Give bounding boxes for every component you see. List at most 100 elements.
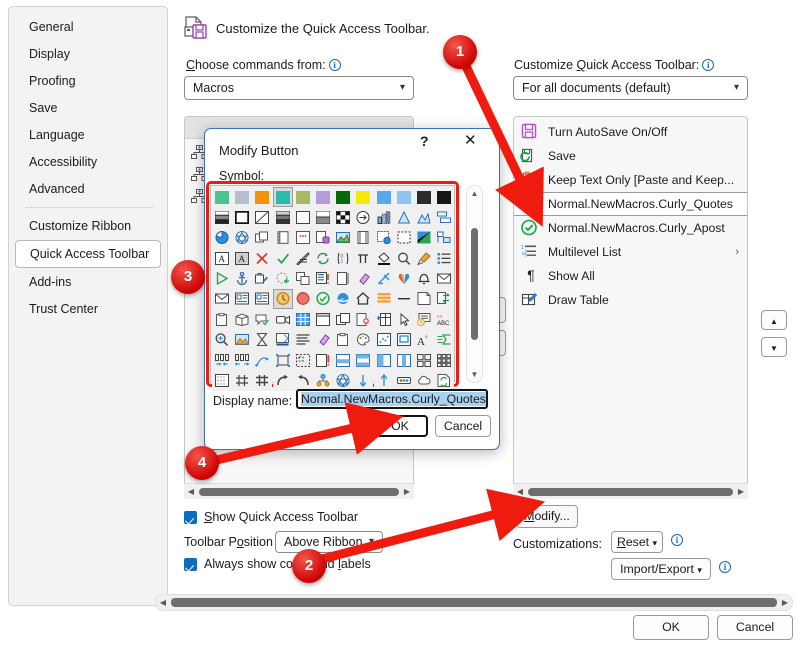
sidebar-item-save[interactable]: Save: [15, 95, 161, 121]
symbol-cell[interactable]: [413, 207, 434, 228]
info-icon[interactable]: i: [702, 59, 715, 71]
symbol-cell[interactable]: [292, 248, 313, 269]
symbol-cell[interactable]: [413, 227, 434, 248]
modify-button[interactable]: Modify...: [516, 505, 578, 528]
symbol-cell[interactable]: [252, 227, 273, 248]
symbol-cell[interactable]: [393, 207, 414, 228]
symbol-cell[interactable]: [353, 309, 374, 330]
cancel-button[interactable]: Cancel: [717, 615, 793, 640]
sidebar-item-add-ins[interactable]: Add-ins: [15, 269, 161, 295]
symbol-cell[interactable]: [292, 207, 313, 228]
symbol-grid-vscrollbar[interactable]: ▲ ▼: [466, 185, 483, 383]
toolbar-position-dropdown[interactable]: Above Ribbon ▾: [275, 531, 383, 553]
symbol-cell[interactable]: [252, 350, 273, 371]
symbol-cell[interactable]: [212, 288, 232, 309]
list-item[interactable]: 1a Multilevel List ›: [514, 240, 747, 264]
symbol-cell[interactable]: [333, 227, 354, 248]
hscroll-thumb[interactable]: [528, 487, 733, 496]
reset-button[interactable]: Reset ▾: [611, 531, 663, 553]
qat-commands-listbox[interactable]: Turn AutoSave On/Off Save A Keep Text On…: [513, 116, 748, 486]
close-icon[interactable]: ✕: [464, 131, 477, 149]
move-up-button[interactable]: ▲: [761, 310, 787, 330]
symbol-cell[interactable]: «» ABC: [434, 309, 455, 330]
symbol-cell[interactable]: [212, 227, 232, 248]
symbol-cell[interactable]: [413, 248, 434, 269]
symbol-cell[interactable]: [353, 370, 374, 391]
symbol-cell[interactable]: [252, 248, 273, 269]
sidebar-item-language[interactable]: Language: [15, 122, 161, 148]
symbol-grid[interactable]: A A 0 1 e «» ABC Aa: [210, 185, 455, 391]
display-name-input[interactable]: Normal.NewMacros.Curly_Quotes: [296, 389, 488, 409]
dialog-help-button[interactable]: ?: [420, 133, 429, 149]
scroll-up-arrow-icon[interactable]: ▲: [471, 189, 479, 198]
symbol-cell[interactable]: [252, 370, 273, 391]
symbol-cell[interactable]: [373, 329, 394, 350]
symbol-cell[interactable]: [413, 309, 434, 330]
sidebar-item-accessibility[interactable]: Accessibility: [15, 149, 161, 175]
symbol-cell[interactable]: [292, 350, 313, 371]
symbol-cell[interactable]: [373, 370, 394, 391]
symbol-cell[interactable]: [312, 248, 333, 269]
symbol-cell[interactable]: [252, 268, 273, 289]
symbol-cell[interactable]: [434, 187, 455, 207]
symbol-cell[interactable]: [312, 227, 333, 248]
list-item[interactable]: Save: [514, 144, 747, 168]
symbol-cell[interactable]: [312, 268, 333, 289]
symbol-cell[interactable]: [292, 288, 313, 309]
symbol-cell[interactable]: [232, 309, 253, 330]
symbol-cell[interactable]: [373, 288, 394, 309]
symbol-cell[interactable]: [212, 309, 232, 330]
symbol-cell[interactable]: [353, 268, 374, 289]
hscroll-thumb[interactable]: [199, 487, 399, 496]
symbol-cell[interactable]: [393, 350, 414, 371]
symbol-cell[interactable]: [272, 207, 293, 228]
symbol-cell[interactable]: [312, 350, 333, 371]
symbol-cell[interactable]: [312, 207, 333, 228]
sidebar-item-proofing[interactable]: Proofing: [15, 68, 161, 94]
symbol-cell[interactable]: [272, 268, 293, 289]
available-commands-hscrollbar[interactable]: ◀ ▶: [184, 483, 414, 499]
symbol-cell[interactable]: [353, 207, 374, 228]
symbol-cell[interactable]: [353, 350, 374, 371]
symbol-cell[interactable]: [353, 329, 374, 350]
symbol-cell[interactable]: [252, 187, 273, 207]
symbol-cell[interactable]: [232, 268, 253, 289]
symbol-cell[interactable]: [413, 288, 434, 309]
symbol-cell[interactable]: [212, 207, 232, 228]
sidebar-item-quick-access-toolbar[interactable]: Quick Access Toolbar: [15, 240, 161, 268]
symbol-cell[interactable]: [333, 187, 354, 207]
info-icon[interactable]: i: [671, 534, 683, 546]
scroll-left-arrow-icon[interactable]: ◀: [513, 487, 527, 496]
symbol-cell[interactable]: [252, 309, 273, 330]
symbol-cell[interactable]: [353, 187, 374, 207]
symbol-cell[interactable]: [434, 288, 455, 309]
customize-qat-dropdown[interactable]: For all documents (default) ▾: [513, 76, 748, 100]
symbol-cell[interactable]: [393, 268, 414, 289]
scroll-left-arrow-icon[interactable]: ◀: [156, 598, 170, 607]
sidebar-item-customize-ribbon[interactable]: Customize Ribbon: [15, 213, 161, 239]
scroll-right-arrow-icon[interactable]: ▶: [400, 487, 414, 496]
list-item[interactable]: Draw Table: [514, 288, 747, 312]
symbol-cell[interactable]: [333, 207, 354, 228]
symbol-cell[interactable]: [212, 350, 232, 371]
symbol-cell[interactable]: [353, 227, 374, 248]
info-icon[interactable]: i: [719, 561, 731, 573]
symbol-cell[interactable]: [333, 268, 354, 289]
symbol-cell[interactable]: [413, 370, 434, 391]
symbol-cell[interactable]: [292, 227, 313, 248]
symbol-cell[interactable]: [373, 227, 394, 248]
symbol-cell[interactable]: [393, 248, 414, 269]
symbol-cell[interactable]: [252, 329, 273, 350]
symbol-cell[interactable]: [434, 227, 455, 248]
symbol-cell[interactable]: A: [232, 248, 253, 269]
ok-button[interactable]: OK: [633, 615, 709, 640]
symbol-cell[interactable]: [292, 370, 313, 391]
symbol-cell[interactable]: 01: [333, 248, 354, 269]
qat-commands-hscrollbar[interactable]: ◀ ▶: [513, 483, 748, 499]
sidebar-item-trust-center[interactable]: Trust Center: [15, 296, 161, 322]
symbol-cell[interactable]: [434, 329, 455, 350]
sidebar-item-general[interactable]: General: [15, 14, 161, 40]
symbol-cell[interactable]: [434, 268, 455, 289]
symbol-cell[interactable]: [413, 350, 434, 371]
symbol-cell[interactable]: [373, 207, 394, 228]
